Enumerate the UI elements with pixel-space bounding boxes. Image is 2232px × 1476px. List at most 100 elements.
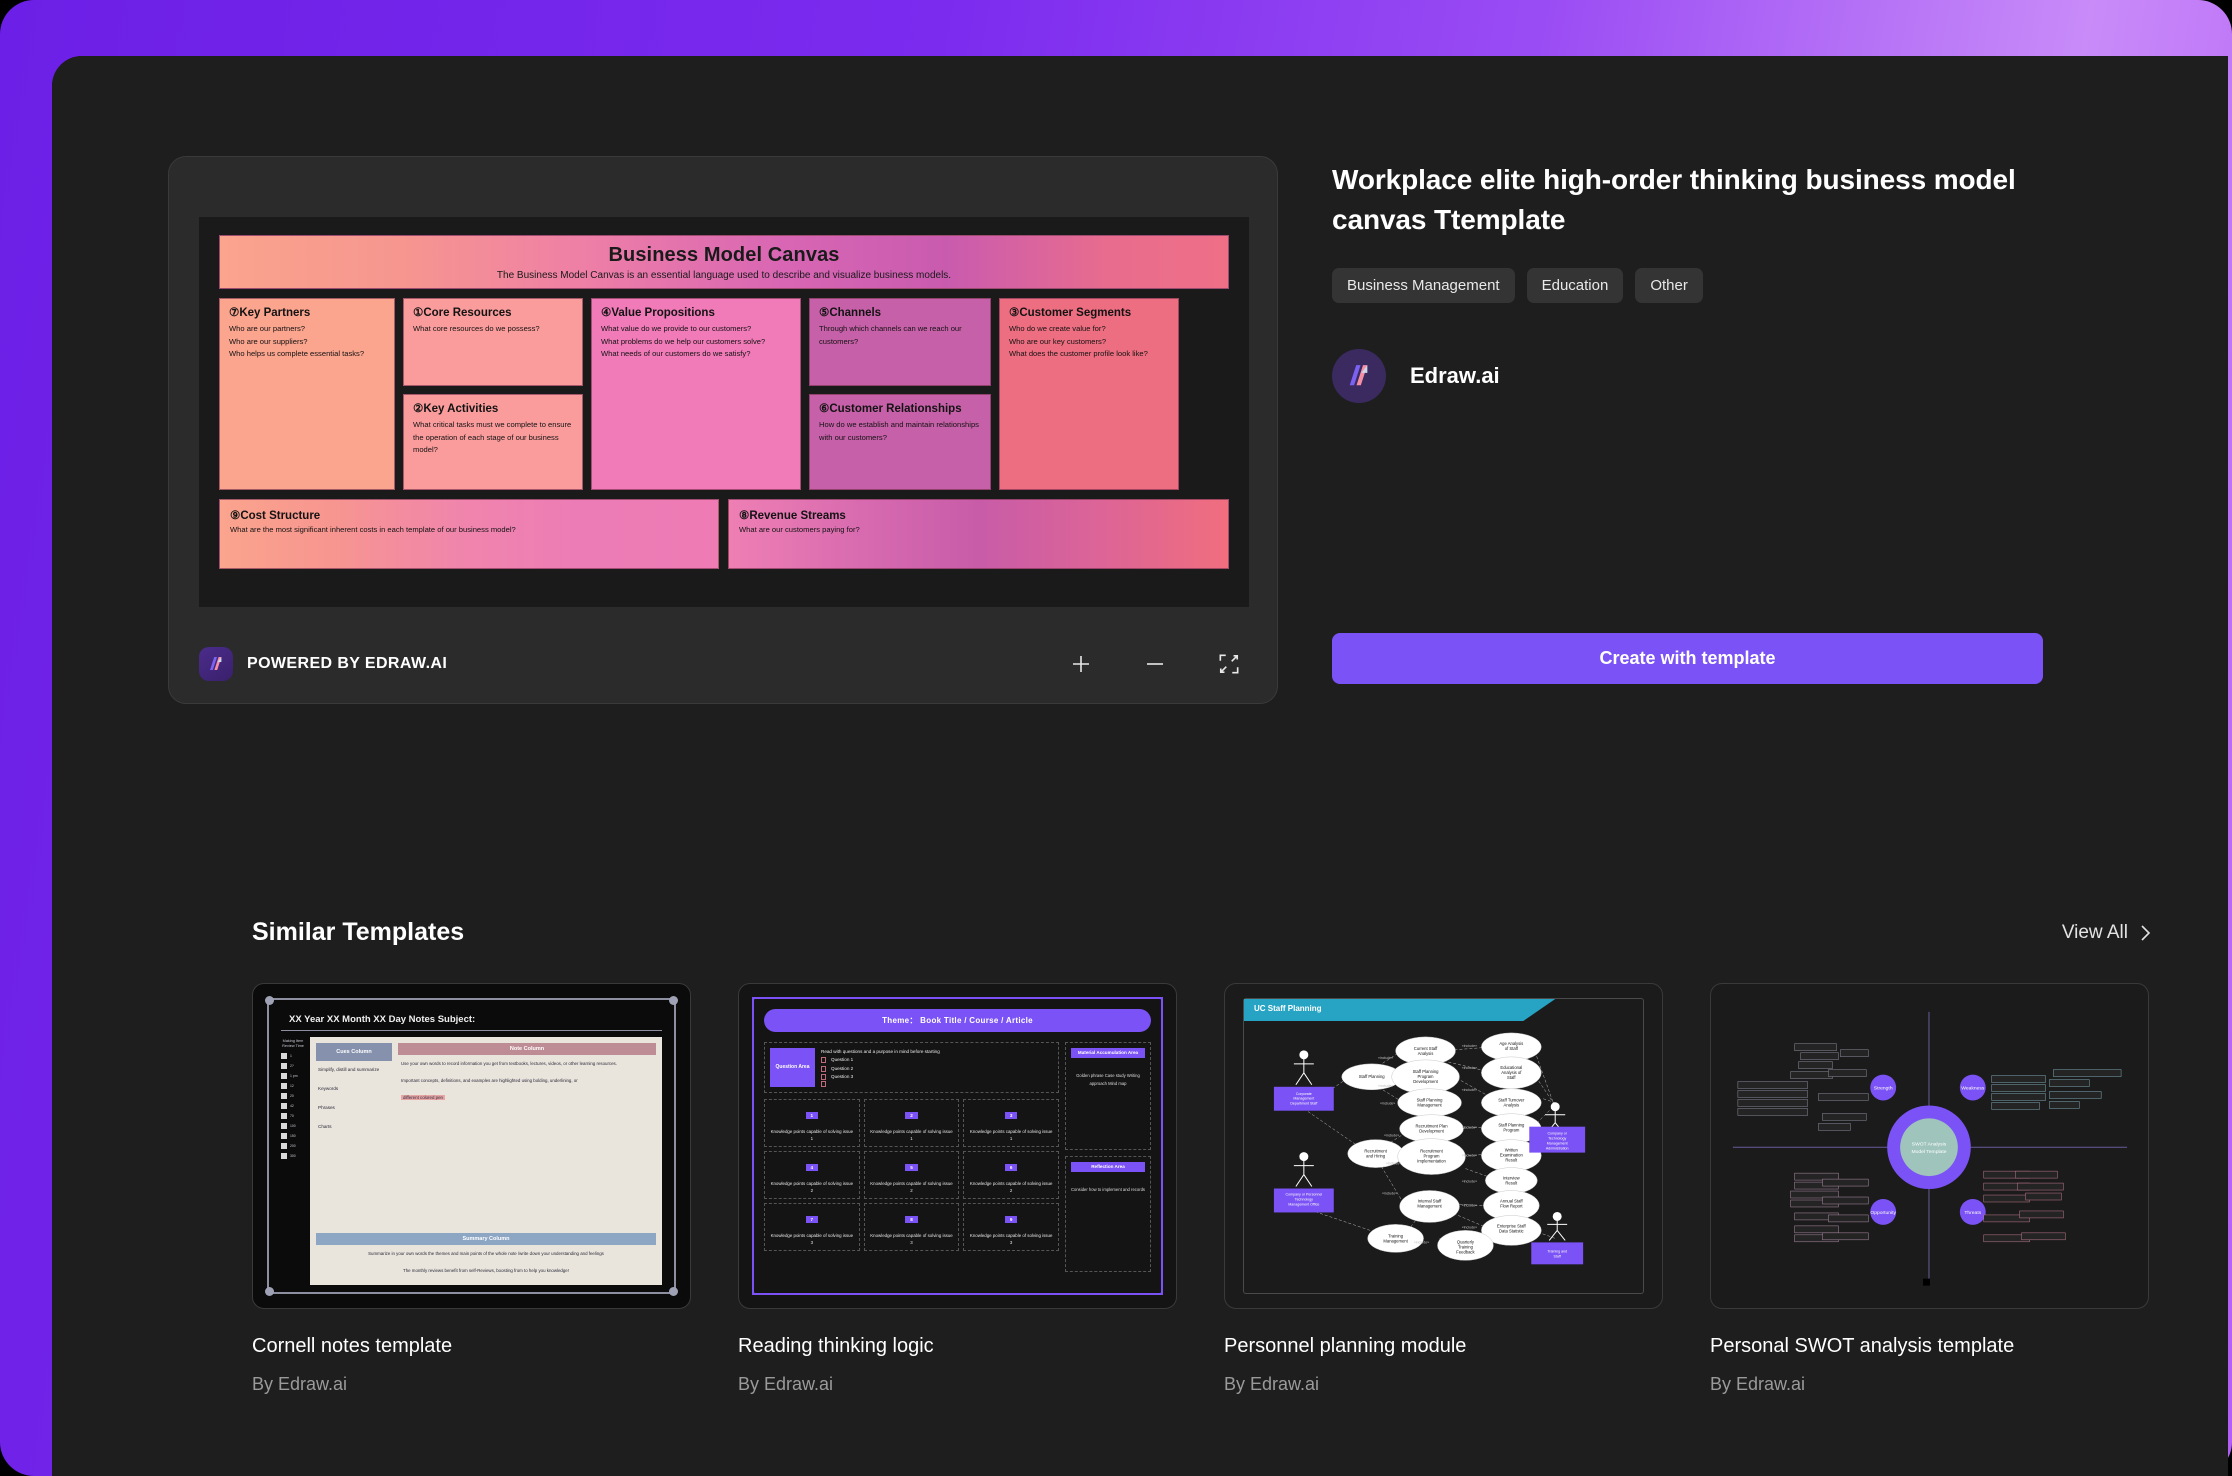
question-item-empty bbox=[821, 1081, 1053, 1088]
canvas-block-customer-relationships: ⑥Customer Relationships How do we establ… bbox=[809, 394, 991, 490]
corner-dot bbox=[669, 1287, 678, 1296]
note-body-2: Important concepts, definitions, and exa… bbox=[401, 1078, 578, 1084]
tag-education[interactable]: Education bbox=[1526, 267, 1624, 303]
thumbnail-reading-logic[interactable]: Theme： Book Title / Course / Article Que… bbox=[738, 983, 1177, 1309]
material-header: Material Accumulation Area bbox=[1071, 1048, 1145, 1059]
cell-text: Knowledge points capable of solving issu… bbox=[969, 1233, 1053, 1245]
svg-text:Management: Management bbox=[1383, 1238, 1408, 1243]
reading-right-column: Material Accumulation Area Golden phrase… bbox=[1065, 1042, 1151, 1272]
question-item: Question 2 bbox=[821, 1065, 1053, 1073]
template-card-swot[interactable]: SWOT Analysis Model Template Strength We… bbox=[1710, 983, 2149, 1395]
note-body: Use your own words to record information… bbox=[401, 1061, 617, 1066]
corner-dot bbox=[669, 996, 678, 1005]
summary-body: Summarize in your own words the themes a… bbox=[368, 1250, 604, 1256]
thumbnail-swot[interactable]: SWOT Analysis Model Template Strength We… bbox=[1710, 983, 2149, 1309]
template-card-personnel-planning[interactable]: UC Staff Planning Staff Planning Current… bbox=[1224, 983, 1663, 1395]
avatar bbox=[1332, 348, 1386, 403]
swot-diagram: SWOT Analysis Model Template Strength We… bbox=[1732, 1011, 2128, 1286]
svg-text:Flow Report: Flow Report bbox=[1500, 1203, 1523, 1208]
cell-text: Knowledge points capable of solving issu… bbox=[870, 1181, 953, 1193]
cell-number: 2 bbox=[905, 1112, 918, 1120]
cell-text: Knowledge points capable of solving issu… bbox=[969, 1181, 1053, 1193]
cell-number: 3 bbox=[1004, 1112, 1018, 1120]
cornell-body: Making Item Review Time 1 2? 1 pm 12 20 … bbox=[281, 1037, 662, 1285]
template-info-column: Workplace elite high-order thinking busi… bbox=[1332, 156, 2113, 704]
cornell-cues-column: Cues Column Simplify, distill and summar… bbox=[316, 1043, 392, 1137]
card-author: By Edraw.ai bbox=[738, 1374, 834, 1394]
svg-text:Analysis: Analysis bbox=[1418, 1051, 1434, 1056]
material-body: Golden phrase Case study Writing approac… bbox=[1076, 1073, 1140, 1086]
knowledge-cell: 5 Knowledge points capable of solving iss… bbox=[863, 1151, 960, 1200]
powered-by-label: POWERED BY EDRAW.AI bbox=[247, 655, 448, 672]
knowledge-cell: 7 Knowledge points capable of solving iss… bbox=[764, 1203, 860, 1252]
author-name: Edraw.ai bbox=[1410, 362, 1500, 388]
rail-row: 1 pm bbox=[281, 1073, 305, 1080]
knowledge-cell: 6 Knowledge points capable of solving iss… bbox=[963, 1151, 1059, 1200]
canvas-controls bbox=[1067, 650, 1249, 678]
question-item: Question 3 bbox=[821, 1073, 1053, 1081]
thumbnail-personnel-planning[interactable]: UC Staff Planning Staff Planning Current… bbox=[1224, 983, 1663, 1309]
edraw-logo-icon bbox=[199, 647, 233, 681]
rail-row: 1 bbox=[281, 1053, 305, 1060]
block-line: What are the most significant inherent c… bbox=[230, 525, 516, 534]
corner-marker bbox=[1153, 997, 1163, 1007]
page-title: Workplace elite high-order thinking busi… bbox=[1332, 164, 2016, 235]
template-card-reading-logic[interactable]: Theme： Book Title / Course / Article Que… bbox=[738, 983, 1177, 1395]
svg-text:Technology: Technology bbox=[1295, 1197, 1313, 1201]
svg-text:Result: Result bbox=[1505, 1158, 1518, 1163]
reading-logic-frame: Theme： Book Title / Course / Article Que… bbox=[752, 997, 1163, 1295]
svg-text:«include»: «include» bbox=[1462, 1225, 1477, 1229]
cornell-header: XX Year XX Month XX Day Notes Subject: bbox=[281, 1010, 662, 1031]
block-line: How do we establish and maintain relatio… bbox=[819, 420, 979, 442]
thumbnail-cornell[interactable]: XX Year XX Month XX Day Notes Subject: M… bbox=[252, 983, 691, 1309]
cell-text: Knowledge points capable of solving issu… bbox=[969, 1129, 1053, 1141]
block-line: Who helps us complete essential tasks? bbox=[229, 348, 365, 358]
create-with-template-button[interactable]: Create with template bbox=[1332, 633, 2043, 684]
actor-label: Company or Personnel bbox=[1286, 1193, 1323, 1197]
app-window: Business Model Canvas The Business Model… bbox=[52, 56, 2228, 1476]
svg-text:Department Staff: Department Staff bbox=[1290, 1102, 1317, 1106]
block-line: What needs of our customers do we satisf… bbox=[601, 348, 751, 358]
tag-business-management[interactable]: Business Management bbox=[1332, 267, 1515, 303]
fullscreen-icon[interactable] bbox=[1215, 650, 1243, 678]
author-row[interactable]: Edraw.ai bbox=[1332, 348, 2113, 403]
zoom-out-icon[interactable] bbox=[1141, 650, 1169, 678]
tag-other[interactable]: Other bbox=[1635, 267, 1703, 303]
block-line: Who are our key customers? bbox=[1009, 336, 1107, 346]
zoom-in-icon[interactable] bbox=[1067, 650, 1095, 678]
canvas-block-key-activities: ②Key Activities What critical tasks must… bbox=[403, 394, 583, 490]
tag-list: Business Management Education Other bbox=[1332, 267, 2113, 303]
card-title: Reading thinking logic bbox=[738, 1335, 934, 1357]
cell-number: 4 bbox=[805, 1164, 819, 1172]
summary-note: The monthly reviews benefit from self-Re… bbox=[403, 1267, 569, 1273]
reading-question-row: Question Area Read with questions and a … bbox=[764, 1042, 1059, 1094]
svg-text:Implementation: Implementation bbox=[1417, 1159, 1446, 1164]
svg-text:«include»: «include» bbox=[1384, 1134, 1399, 1138]
cell-text: Knowledge points capable of solving issu… bbox=[770, 1233, 854, 1245]
canvas-block-value-propositions: ④Value Propositions What value do we pro… bbox=[591, 298, 801, 490]
block-line: What value do we provide to our customer… bbox=[601, 324, 752, 334]
note-highlight: different colored pen bbox=[401, 1095, 445, 1101]
template-detail-area: Business Model Canvas The Business Model… bbox=[168, 156, 2113, 704]
svg-text:and Hiring: and Hiring bbox=[1366, 1154, 1386, 1159]
canvas-title: Business Model Canvas bbox=[608, 243, 840, 266]
canvas-middle-row: ⑦Key Partners Who are our partners? Who … bbox=[219, 298, 1229, 490]
usecase-label: Staff Planning bbox=[1359, 1074, 1386, 1079]
usecase-diagram: Staff Planning Current StaffAnalysis Sta… bbox=[1273, 1032, 1586, 1265]
block-line: Who are our suppliers? bbox=[229, 336, 308, 346]
template-card-cornell[interactable]: XX Year XX Month XX Day Notes Subject: M… bbox=[252, 983, 691, 1395]
cues-item: Charts bbox=[318, 1123, 332, 1129]
block-line: What are our customers paying for? bbox=[739, 525, 860, 534]
template-preview-panel: Business Model Canvas The Business Model… bbox=[168, 156, 1278, 704]
svg-text:«include»: «include» bbox=[1462, 1066, 1477, 1070]
svg-text:Data Statistic: Data Statistic bbox=[1499, 1228, 1524, 1233]
cell-number: 1 bbox=[805, 1112, 819, 1120]
knowledge-cell: 2 Knowledge points capable of solving iss… bbox=[863, 1099, 960, 1148]
canvas-stage[interactable]: Business Model Canvas The Business Model… bbox=[199, 217, 1249, 607]
view-all-link[interactable]: View All bbox=[2062, 922, 2152, 944]
cornell-paper: Cues Column Simplify, distill and summar… bbox=[310, 1037, 662, 1285]
rail-row: 42 bbox=[281, 1103, 305, 1110]
block-title: ④Value Propositions bbox=[601, 307, 715, 319]
cell-text: Knowledge points capable of solving issu… bbox=[770, 1129, 854, 1141]
cell-number: 9 bbox=[1004, 1216, 1018, 1224]
